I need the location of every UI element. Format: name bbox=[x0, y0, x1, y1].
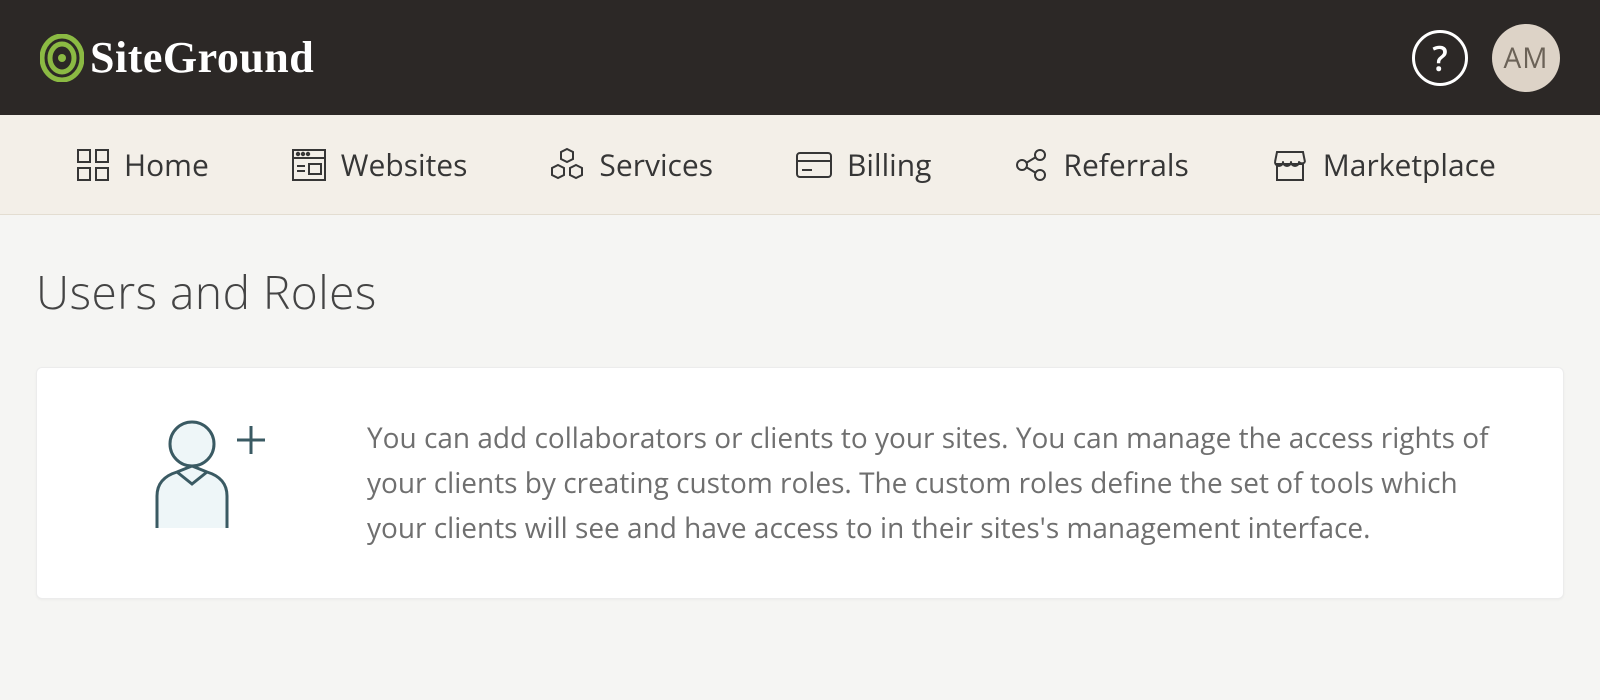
nav-item-billing[interactable]: Billing bbox=[795, 144, 931, 185]
services-icon bbox=[549, 147, 585, 183]
nav-item-services[interactable]: Services bbox=[549, 144, 713, 185]
nav-label: Services bbox=[599, 144, 713, 185]
topbar: SiteGround ? AM bbox=[0, 0, 1600, 115]
nav-label: Marketplace bbox=[1323, 144, 1496, 185]
nav-label: Billing bbox=[847, 144, 931, 185]
page-content: Users and Roles You can add collaborator… bbox=[0, 215, 1600, 645]
topbar-actions: ? AM bbox=[1412, 24, 1560, 92]
nav-item-marketplace[interactable]: Marketplace bbox=[1271, 144, 1496, 185]
nav-item-websites[interactable]: Websites bbox=[291, 144, 468, 185]
info-card-text: You can add collaborators or clients to … bbox=[367, 416, 1503, 550]
home-grid-icon bbox=[76, 148, 110, 182]
brand-logo[interactable]: SiteGround bbox=[40, 32, 314, 83]
nav-label: Referrals bbox=[1063, 144, 1188, 185]
brand-swirl-icon bbox=[40, 34, 84, 82]
websites-icon bbox=[291, 148, 327, 182]
help-button[interactable]: ? bbox=[1412, 30, 1468, 86]
add-user-icon bbox=[137, 416, 267, 541]
avatar[interactable]: AM bbox=[1492, 24, 1560, 92]
info-card: You can add collaborators or clients to … bbox=[36, 367, 1564, 599]
referrals-icon bbox=[1013, 147, 1049, 183]
brand-name: SiteGround bbox=[90, 32, 314, 83]
marketplace-icon bbox=[1271, 148, 1309, 182]
avatar-initials: AM bbox=[1504, 39, 1549, 77]
page-title: Users and Roles bbox=[36, 261, 1564, 323]
help-icon: ? bbox=[1432, 35, 1447, 81]
nav-label: Websites bbox=[341, 144, 468, 185]
nav-item-home[interactable]: Home bbox=[76, 144, 209, 185]
nav-item-referrals[interactable]: Referrals bbox=[1013, 144, 1188, 185]
billing-icon bbox=[795, 151, 833, 179]
navbar: Home Websites Services bbox=[0, 115, 1600, 215]
nav-label: Home bbox=[124, 144, 209, 185]
